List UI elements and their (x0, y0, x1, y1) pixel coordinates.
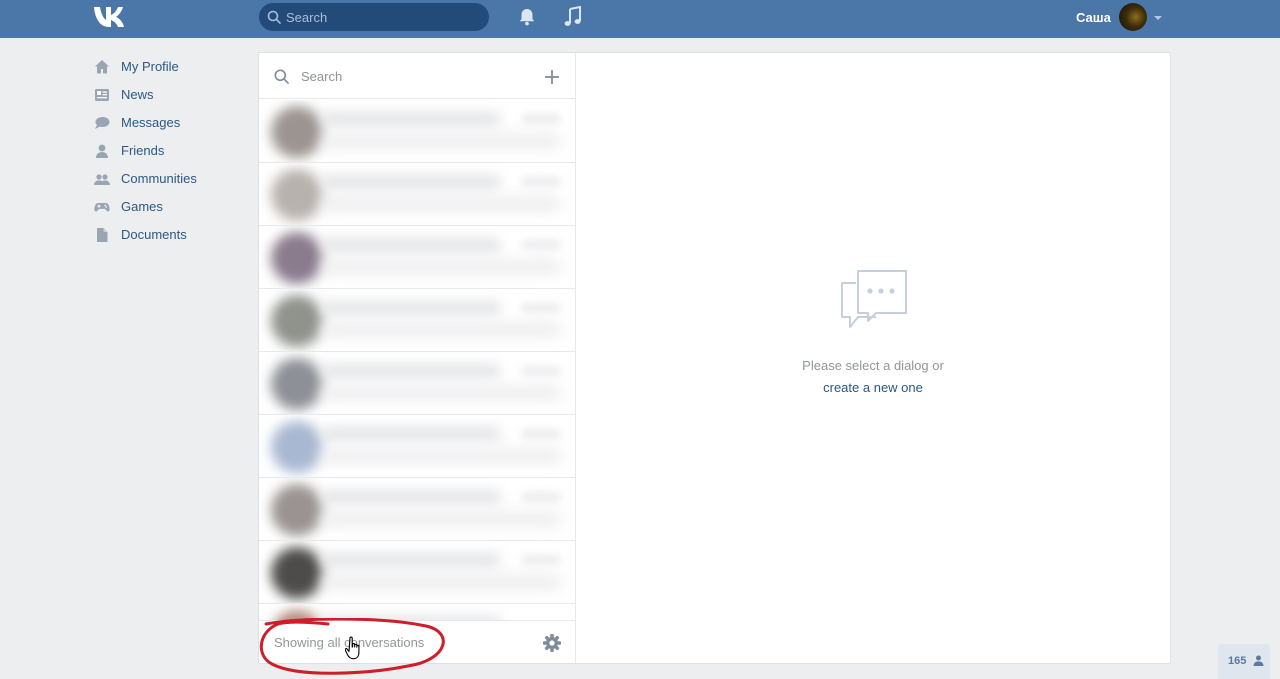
avatar (271, 358, 323, 410)
hand-cursor-icon (345, 636, 360, 660)
news-icon (95, 89, 109, 101)
list-item[interactable] (259, 478, 575, 541)
sidebar-item-label: Communities (121, 171, 197, 186)
sidebar-item-friends[interactable]: Friends (92, 136, 252, 164)
global-search[interactable] (259, 3, 489, 31)
sidebar-item-label: Documents (121, 227, 187, 242)
list-item[interactable] (259, 352, 575, 415)
sidebar-item-documents[interactable]: Documents (92, 220, 252, 248)
dialog-name (321, 112, 501, 126)
online-count: 165 (1228, 655, 1247, 667)
games-icon (94, 203, 110, 212)
communities-icon (94, 174, 110, 185)
dialog-time (521, 240, 561, 250)
avatar (271, 106, 323, 158)
dialog-name (321, 364, 501, 378)
list-item[interactable] (259, 100, 575, 163)
dialog-preview (321, 575, 561, 589)
gear-icon[interactable] (542, 633, 562, 653)
list-item[interactable] (259, 415, 575, 478)
dialog-preview (321, 449, 561, 463)
sidebar-item-messages[interactable]: Messages (92, 108, 252, 136)
chat-bubble-icon (841, 270, 907, 328)
dialog-preview (321, 512, 561, 526)
avatar (271, 547, 323, 599)
new-dialog-plus-icon[interactable] (543, 68, 561, 86)
avatar (271, 232, 323, 284)
vk-logo-icon[interactable] (92, 4, 128, 30)
dialog-time (521, 366, 561, 376)
avatar (271, 421, 323, 473)
dialog-name (321, 301, 501, 315)
sidebar-item-games[interactable]: Games (92, 192, 252, 220)
dialog-name (321, 427, 501, 441)
search-icon (274, 69, 289, 84)
music-icon[interactable] (563, 6, 583, 28)
messages-panel: Showing all conversations (258, 52, 1171, 664)
dialog-search-input[interactable] (301, 63, 521, 89)
list-item[interactable] (259, 541, 575, 604)
avatar (271, 295, 323, 347)
sidebar-item-label: My Profile (121, 59, 179, 74)
top-bar: Саша (0, 0, 1280, 38)
dialog-time (521, 492, 561, 502)
conversation-list: Showing all conversations (259, 53, 576, 663)
sidebar-nav: My Profile News Messages Friends Communi… (92, 52, 252, 248)
sidebar-item-label: Friends (121, 143, 165, 158)
avatar (271, 169, 323, 221)
sidebar-item-label: News (121, 87, 154, 102)
messages-icon (95, 117, 110, 129)
dialog-preview (321, 260, 561, 274)
friends-icon (96, 144, 108, 158)
dialog-preview (321, 323, 561, 337)
chevron-down-icon[interactable] (1154, 16, 1162, 20)
dialog-time (521, 177, 561, 187)
avatar (271, 484, 323, 536)
dialog-time (521, 303, 561, 313)
empty-state-message: Please select a dialog or (802, 358, 944, 373)
sidebar-item-communities[interactable]: Communities (92, 164, 252, 192)
dialog-time (521, 429, 561, 439)
sidebar-item-label: Messages (121, 115, 181, 130)
global-search-input[interactable] (286, 3, 481, 31)
documents-icon (97, 228, 108, 242)
list-item[interactable] (259, 289, 575, 352)
create-dialog-link[interactable]: create a new one (576, 380, 1170, 395)
dialog-preview (321, 197, 561, 211)
dialog-name (321, 175, 501, 189)
list-item[interactable] (259, 226, 575, 289)
dialog-preview (321, 134, 561, 148)
dialog-name (321, 238, 501, 252)
dialog-time (521, 555, 561, 565)
dialog-time (521, 114, 561, 124)
search-icon (267, 10, 281, 24)
avatar[interactable] (1119, 3, 1147, 31)
person-icon (1253, 655, 1264, 666)
sidebar-item-my-profile[interactable]: My Profile (92, 52, 252, 80)
sidebar-item-news[interactable]: News (92, 80, 252, 108)
dialog-name (321, 553, 501, 567)
dialog-preview (321, 386, 561, 400)
dialog-name (321, 490, 501, 504)
dialog-rows (259, 100, 575, 620)
list-item[interactable] (259, 163, 575, 226)
home-icon (95, 60, 109, 74)
user-name[interactable]: Саша (1076, 10, 1111, 25)
empty-dialog-state: Please select a dialog or create a new o… (576, 53, 1170, 663)
sidebar-item-label: Games (121, 199, 163, 214)
dialog-search[interactable] (259, 53, 575, 99)
bell-icon[interactable] (517, 7, 537, 27)
online-friends-counter[interactable]: 165 (1218, 644, 1270, 679)
